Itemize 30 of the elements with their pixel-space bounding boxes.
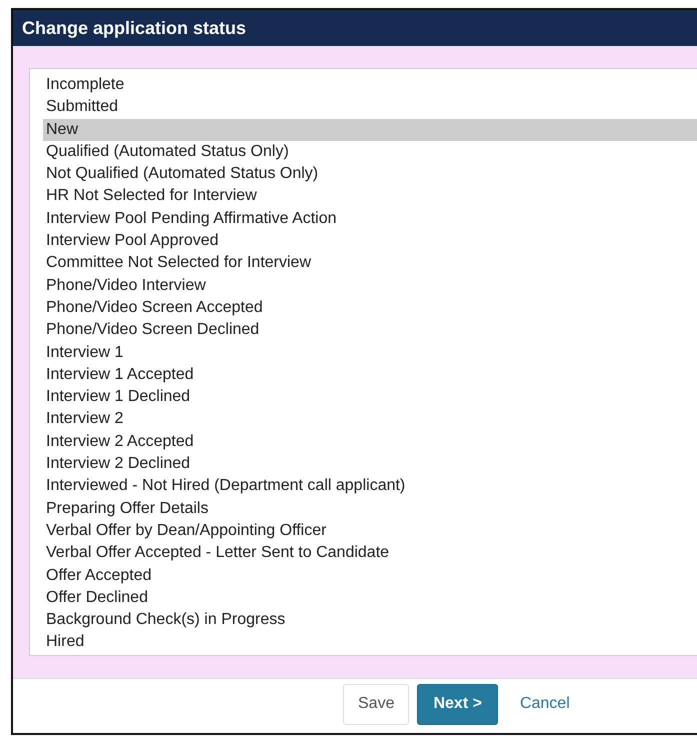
status-option[interactable]: Interview 1 Accepted <box>43 364 697 386</box>
status-option[interactable]: Interview 2 <box>43 408 697 431</box>
status-option[interactable]: Submitted <box>43 96 697 119</box>
status-option[interactable]: Phone/Video Interview <box>43 274 697 297</box>
status-option[interactable]: Offer Declined <box>43 586 697 610</box>
status-option[interactable]: Phone/Video Screen Accepted <box>43 296 697 320</box>
save-button[interactable]: Save <box>343 684 410 725</box>
status-option[interactable]: Preparing Offer Details <box>43 498 697 520</box>
status-option[interactable]: Interview 1 <box>43 342 697 364</box>
status-option[interactable]: Verbal Offer Accepted - Letter Sent to Candidate <box>43 542 697 565</box>
cancel-link[interactable]: Cancel <box>506 684 584 725</box>
status-option[interactable]: Interview 1 Declined <box>43 386 697 408</box>
status-option[interactable]: Interview Pool Approved <box>43 230 697 252</box>
status-option[interactable]: Interview 2 Accepted <box>43 430 697 454</box>
status-option[interactable]: Interview 2 Declined <box>43 453 697 476</box>
status-option[interactable]: HR Not Selected for Interview <box>43 185 697 208</box>
status-option[interactable]: Not Qualified (Automated Status Only) <box>43 163 697 186</box>
status-option[interactable]: Offer Accepted <box>43 564 697 587</box>
next-button[interactable]: Next > <box>417 684 498 725</box>
status-option[interactable]: Incomplete <box>43 74 697 96</box>
status-option[interactable]: Qualified (Automated Status Only) <box>43 140 697 164</box>
status-option[interactable]: New <box>43 118 697 141</box>
status-option[interactable]: Phone/Video Screen Declined <box>43 319 697 342</box>
status-option[interactable]: Interviewed - Not Hired (Department call applicant) <box>43 475 697 498</box>
status-option[interactable]: Hired <box>43 631 697 654</box>
status-option[interactable]: Interview Pool Pending Affirmative Action <box>43 208 697 230</box>
dialog-title: Change application status <box>22 18 246 38</box>
status-option[interactable]: Committee Not Selected for Interview <box>43 252 697 275</box>
status-option[interactable]: Verbal Offer by Dean/Appointing Officer <box>43 520 697 542</box>
status-option[interactable]: Background Check(s) in Progress <box>43 609 697 632</box>
